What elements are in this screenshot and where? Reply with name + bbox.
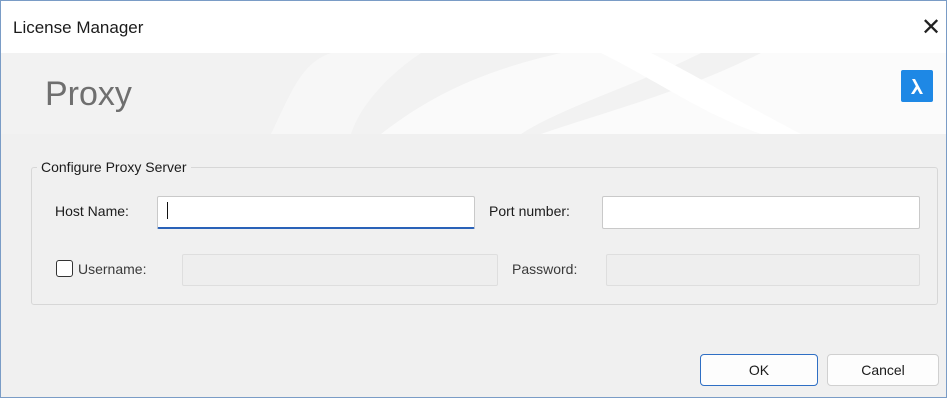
text-caret — [167, 202, 168, 219]
password-input[interactable] — [606, 254, 920, 286]
license-manager-dialog: License Manager ✕ Proxy Configure Proxy … — [0, 0, 947, 398]
cancel-button[interactable]: Cancel — [827, 354, 939, 386]
username-input[interactable] — [182, 254, 498, 286]
username-label: Username: — [78, 261, 147, 277]
groupbox-legend: Configure Proxy Server — [37, 159, 191, 175]
close-button[interactable]: ✕ — [916, 11, 946, 45]
bricscad-logo-icon — [901, 70, 933, 102]
port-number-label: Port number: — [489, 203, 570, 219]
title-bar: License Manager ✕ — [1, 1, 946, 53]
page-title: Proxy — [45, 75, 132, 113]
close-icon: ✕ — [920, 14, 942, 41]
banner-wave-decoration — [271, 53, 946, 134]
password-label: Password: — [512, 261, 578, 277]
host-name-input[interactable] — [157, 196, 475, 229]
ok-button[interactable]: OK — [700, 354, 818, 386]
header-banner: Proxy — [1, 53, 946, 134]
username-checkbox[interactable] — [56, 260, 73, 277]
window-title: License Manager — [13, 18, 144, 37]
port-number-input[interactable] — [602, 196, 920, 229]
host-name-label: Host Name: — [55, 203, 129, 219]
